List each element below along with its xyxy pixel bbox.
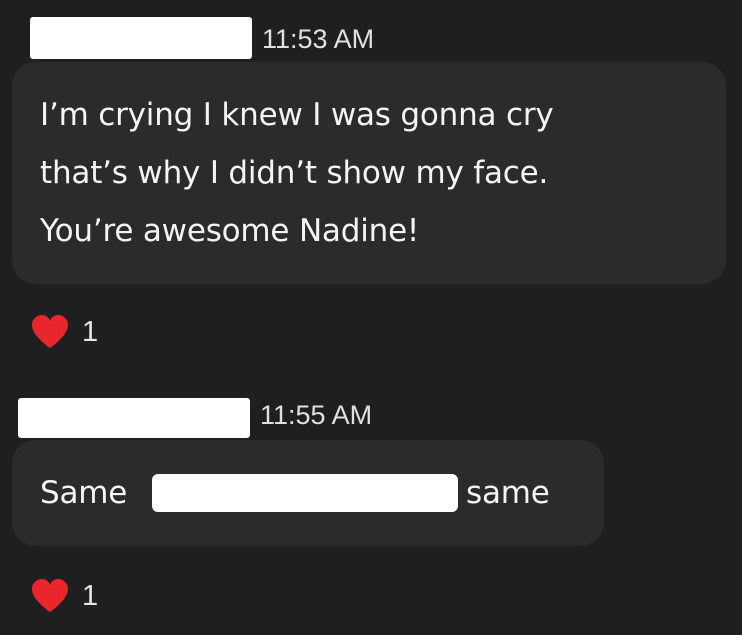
- message-text-before: Same: [40, 475, 128, 511]
- reaction-badge[interactable]: 1: [30, 578, 98, 614]
- message-text-after: same: [466, 475, 550, 511]
- message-timestamp: 11:53 AM: [262, 24, 375, 54]
- reaction-badge[interactable]: 1: [30, 314, 98, 350]
- reaction-count: 1: [82, 315, 99, 348]
- message-text: I’m crying I knew I was gonna cry that’s…: [40, 86, 554, 260]
- message-line: I’m crying I knew I was gonna cry: [40, 97, 554, 133]
- heart-icon: [32, 315, 68, 348]
- sender-name-redacted: [30, 17, 252, 59]
- reaction-count: 1: [82, 579, 99, 612]
- sender-name-redacted: [18, 398, 250, 438]
- heart-icon: [32, 579, 68, 612]
- message-line: that’s why I didn’t show my face.: [40, 155, 549, 191]
- mention-redacted: [152, 474, 458, 512]
- message-line: You’re awesome Nadine!: [40, 213, 420, 249]
- message-timestamp: 11:55 AM: [260, 400, 373, 430]
